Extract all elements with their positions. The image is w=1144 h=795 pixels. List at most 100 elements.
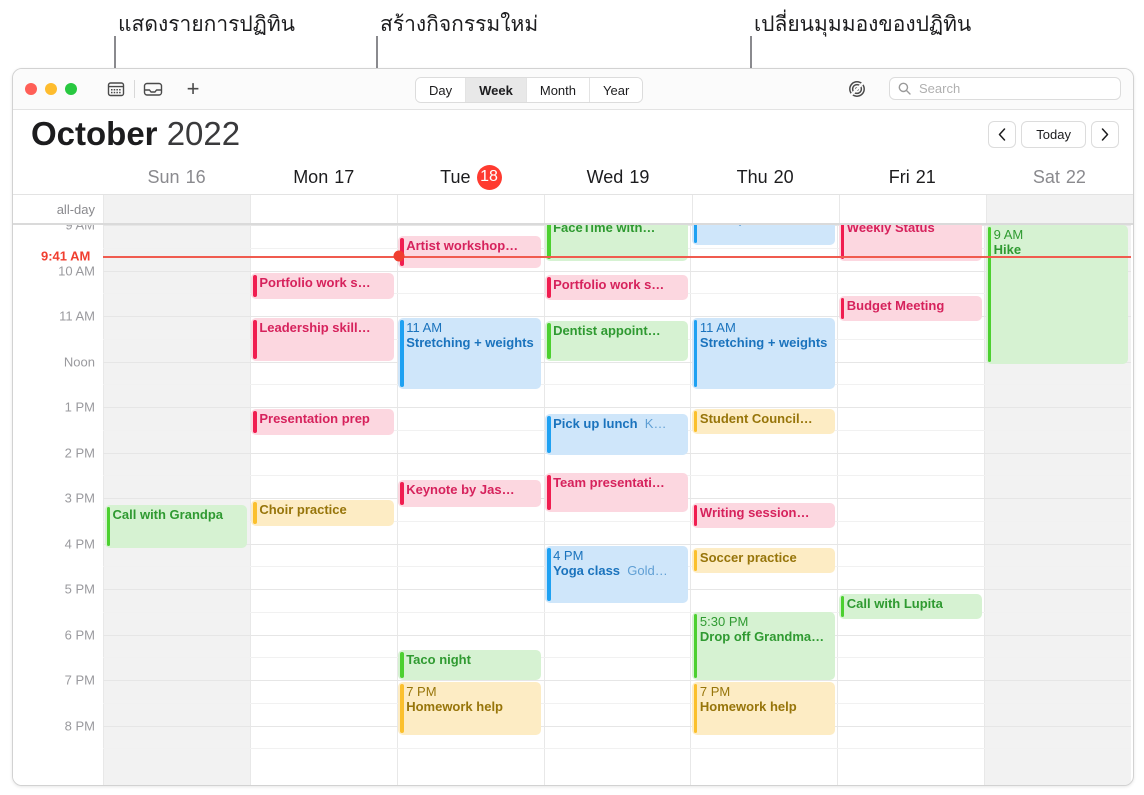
calendar-event[interactable]: 5:30 PM Drop off Grandma… <box>691 611 835 680</box>
time-label: 10 AM <box>58 263 95 278</box>
event-color-bar <box>253 274 257 297</box>
calendar-event[interactable]: 11 AM Stretching + weights <box>398 318 542 389</box>
calendar-event[interactable]: Writing session… <box>691 502 835 528</box>
new-event-button[interactable]: + <box>182 78 204 100</box>
event-title: Call with Lupita <box>846 595 943 611</box>
all-day-cell-sun[interactable] <box>103 195 251 223</box>
event-title: Pick up coffee P… <box>700 225 831 226</box>
calendar-window: + DayWeekMonthYear October 2022 <box>12 68 1134 786</box>
day-header-sun[interactable]: Sun 16 <box>103 160 250 194</box>
event-color-bar <box>693 613 698 678</box>
event-color-bar <box>840 225 845 260</box>
hour-line <box>103 361 1131 363</box>
event-title: Portfolio work s… <box>259 274 371 290</box>
today-button[interactable]: Today <box>1021 121 1086 148</box>
day-header-tue[interactable]: Tue 18 <box>397 160 544 194</box>
event-time: 7 PM <box>406 684 437 700</box>
calendar-event[interactable]: Student Council… <box>691 409 835 435</box>
calendar-event[interactable]: Choir practice <box>251 500 395 527</box>
event-color-bar <box>693 550 698 572</box>
time-label: 3 PM <box>64 490 95 506</box>
calendar-event[interactable]: Portfolio work s… <box>545 275 688 301</box>
all-day-label: all-day <box>13 195 103 223</box>
today-date-badge: 18 <box>476 164 502 190</box>
calendar-event[interactable]: 11 AM Stretching + weights <box>691 318 835 389</box>
calendar-event[interactable]: Presentation prep <box>251 409 395 436</box>
event-color-bar <box>400 481 404 506</box>
view-tab-week[interactable]: Week <box>466 78 527 102</box>
day-header-sat[interactable]: Sat 22 <box>986 160 1133 194</box>
event-title: Artist workshop… <box>406 238 519 254</box>
next-week-button[interactable] <box>1091 121 1119 148</box>
search-input[interactable] <box>917 80 1112 97</box>
calendar-icon[interactable] <box>105 78 127 100</box>
day-number: 19 <box>629 166 650 187</box>
calendar-event[interactable]: Keynote by Jas… <box>398 479 542 508</box>
all-day-cell-thu[interactable] <box>691 195 839 223</box>
event-title: FaceTime with… <box>553 225 656 236</box>
airplay-icon[interactable] <box>847 79 867 99</box>
event-color-bar <box>547 322 551 360</box>
event-title: Hike <box>993 242 1022 257</box>
day-header-fri[interactable]: Fri 21 <box>839 160 986 194</box>
day-header-wed[interactable]: Wed 19 <box>544 160 691 194</box>
event-color-bar <box>840 297 845 319</box>
all-day-row: all-day <box>13 194 1133 225</box>
inbox-icon[interactable] <box>142 78 164 100</box>
minimize-button[interactable] <box>45 83 57 95</box>
day-header-thu[interactable]: Thu 20 <box>692 160 839 194</box>
event-subtitle: K… <box>637 415 667 431</box>
day-header-mon[interactable]: Mon 17 <box>250 160 397 194</box>
month-label: October <box>31 115 158 152</box>
event-title: Pick up lunch K… <box>553 415 667 431</box>
view-segmented-control[interactable]: Day Week Month Year <box>415 77 644 103</box>
event-color-bar <box>693 504 698 526</box>
calendar-event[interactable]: 4 PM Yoga class Gold… <box>545 545 688 603</box>
weekday-label: Fri <box>888 166 910 187</box>
event-color-bar <box>693 225 698 244</box>
calendar-event[interactable]: Team presentati… <box>545 472 688 512</box>
now-dot <box>393 250 405 262</box>
calendar-grid[interactable]: Call with Grandpa Portfolio work s… Leader… <box>13 225 1133 785</box>
view-tab-year[interactable]: Year <box>590 78 643 102</box>
now-time-label: 9:41 AM <box>41 248 94 264</box>
calendar-event[interactable]: Soccer practice <box>691 548 835 574</box>
time-label: 8 PM <box>64 718 95 733</box>
calendar-event[interactable]: 7 PM Homework help <box>398 682 542 735</box>
calendar-event[interactable]: Artist workshop… <box>398 236 542 269</box>
event-title: Homework help <box>699 699 797 715</box>
event-title: Stretching + weights <box>699 335 828 351</box>
all-day-cell-fri[interactable] <box>838 195 986 223</box>
calendar-event[interactable]: Pick up lunch K… <box>545 413 688 455</box>
calendar-event[interactable]: Budget Meeting <box>838 295 982 321</box>
year-label: 2022 <box>166 115 241 152</box>
event-time: 4 PM <box>553 547 584 563</box>
previous-week-button[interactable] <box>988 121 1017 148</box>
all-day-cell-tue[interactable] <box>397 195 545 223</box>
event-title: Call with Grandpa <box>112 506 224 522</box>
calendar-event[interactable]: Leadership skill… <box>251 318 395 362</box>
calendar-event[interactable]: Call with Lupita <box>838 593 982 619</box>
calendar-event[interactable]: Call with Grandpa <box>104 504 248 549</box>
calendar-event[interactable]: 9 AM Hike <box>985 225 1129 364</box>
all-day-cell-wed[interactable] <box>544 195 692 223</box>
calendar-event[interactable]: Dentist appoint… <box>545 320 688 362</box>
calendar-event[interactable]: 7 PM Homework help <box>691 682 835 735</box>
time-label: 6 PM <box>64 627 95 642</box>
view-tab-day[interactable]: Day <box>416 78 467 102</box>
search-box[interactable] <box>889 77 1121 100</box>
calendar-event[interactable]: Pick up coffee P… <box>691 225 835 246</box>
time-label: 4 PM <box>64 536 95 551</box>
view-tab-month[interactable]: Month <box>526 78 590 102</box>
close-button[interactable] <box>25 83 37 95</box>
all-day-cell-mon[interactable] <box>250 195 398 223</box>
event-title: Presentation prep <box>259 411 370 427</box>
now-line <box>103 256 1131 258</box>
event-title: Stretching + weights <box>406 335 534 351</box>
half-hour-line <box>103 657 1131 659</box>
all-day-cell-sat[interactable] <box>985 195 1133 223</box>
calendar-event[interactable]: Taco night <box>398 650 542 680</box>
time-label: 5 PM <box>64 581 95 597</box>
calendar-event[interactable]: Portfolio work s… <box>251 272 395 299</box>
maximize-button[interactable] <box>65 83 77 95</box>
